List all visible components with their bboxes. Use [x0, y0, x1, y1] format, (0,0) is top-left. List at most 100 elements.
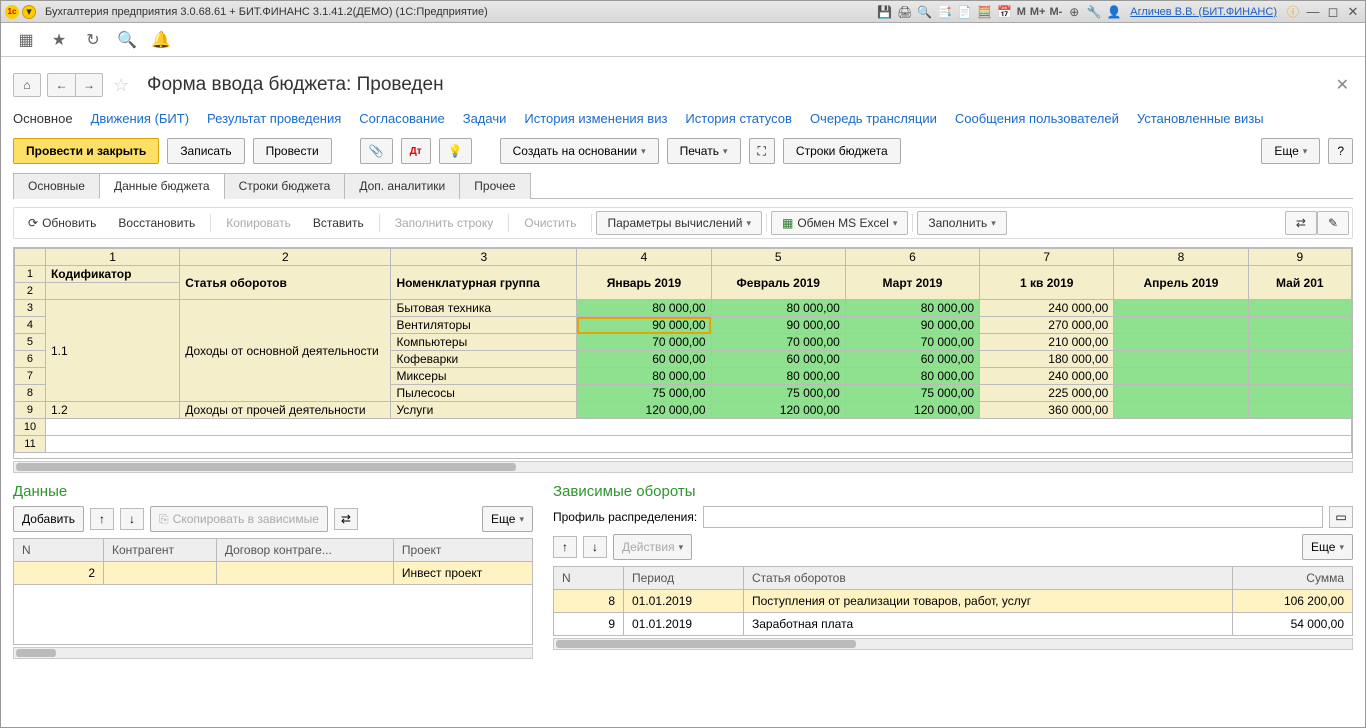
- budget-rows-button[interactable]: Строки бюджета: [783, 138, 901, 164]
- up-button[interactable]: ↑: [553, 536, 577, 558]
- nav-messages[interactable]: Сообщения пользователей: [955, 111, 1119, 126]
- selected-cell[interactable]: 90 000,00: [577, 317, 711, 334]
- nav-approval[interactable]: Согласование: [359, 111, 444, 126]
- refresh-button[interactable]: ⟳Обновить: [17, 211, 107, 235]
- zoom-icon[interactable]: ⊕: [1066, 4, 1082, 20]
- nav-visas[interactable]: Установленные визы: [1137, 111, 1264, 126]
- tab-main[interactable]: Основные: [13, 173, 100, 199]
- preview-icon[interactable]: 🔍: [917, 4, 933, 20]
- tab-analytics[interactable]: Доп. аналитики: [344, 173, 460, 199]
- hint-button[interactable]: 💡: [439, 138, 472, 164]
- cell-item[interactable]: Миксеры: [391, 368, 577, 385]
- calc-params-button[interactable]: Параметры вычислений: [596, 211, 762, 235]
- down-button[interactable]: ↓: [583, 536, 607, 558]
- apps-icon[interactable]: ▦: [15, 30, 35, 50]
- post-and-close-button[interactable]: Провести и закрыть: [13, 138, 159, 164]
- print-icon[interactable]: 🖨: [897, 4, 913, 20]
- more-button[interactable]: Еще: [1261, 138, 1320, 164]
- tab-budget-rows[interactable]: Строки бюджета: [224, 173, 346, 199]
- search-icon[interactable]: 🔍: [117, 30, 137, 50]
- right-more-button[interactable]: Еще: [1302, 534, 1353, 560]
- profile-input[interactable]: [703, 506, 1323, 528]
- clear-button[interactable]: Очистить: [513, 211, 587, 235]
- form-nav-links: Основное Движения (БИТ) Результат провед…: [13, 111, 1353, 126]
- nav-result[interactable]: Результат проведения: [207, 111, 341, 126]
- nav-main[interactable]: Основное: [13, 111, 73, 126]
- edit-button[interactable]: ✎: [1317, 211, 1349, 235]
- table-row[interactable]: 9 01.01.2019 Заработная плата 54 000,00: [554, 613, 1353, 636]
- create-based-button[interactable]: Создать на основании: [500, 138, 659, 164]
- copy-to-dep-button[interactable]: ⎘ Скопировать в зависимые: [150, 506, 328, 532]
- restore-button[interactable]: Восстановить: [107, 211, 206, 235]
- fill-button[interactable]: Заполнить: [917, 211, 1006, 235]
- nav-status-history[interactable]: История статусов: [685, 111, 792, 126]
- swap-button[interactable]: ⇄: [1285, 211, 1317, 235]
- user-name[interactable]: Агличев В.В. (БИТ.ФИНАНС): [1130, 6, 1277, 18]
- cell-item[interactable]: Пылесосы: [391, 385, 577, 402]
- memory-m[interactable]: M: [1017, 6, 1026, 18]
- app-menu-dropdown[interactable]: ▾: [22, 5, 36, 19]
- excel-button[interactable]: ▦Обмен MS Excel: [771, 211, 908, 235]
- cell-code2[interactable]: 1.2: [45, 402, 179, 419]
- write-button[interactable]: Записать: [167, 138, 244, 164]
- close-form-button[interactable]: ✕: [1332, 71, 1353, 99]
- favorite-icon[interactable]: ★: [49, 30, 69, 50]
- notifications-icon[interactable]: 🔔: [151, 30, 171, 50]
- tab-budget-data[interactable]: Данные бюджета: [99, 173, 225, 199]
- left-table[interactable]: N Контрагент Договор контраге... Проект …: [13, 538, 533, 645]
- history-icon[interactable]: ↻: [83, 30, 103, 50]
- left-more-button[interactable]: Еще: [482, 506, 533, 532]
- cell-item[interactable]: Компьютеры: [391, 334, 577, 351]
- cell-article2[interactable]: Доходы от прочей деятельности: [180, 402, 391, 419]
- compare-icon[interactable]: 📑: [937, 4, 953, 20]
- cell-code1[interactable]: 1.1: [45, 300, 179, 402]
- tools-icon[interactable]: 🔧: [1086, 4, 1102, 20]
- table-row[interactable]: 2Инвест проект: [14, 562, 533, 585]
- copy-button[interactable]: Копировать: [215, 211, 302, 235]
- calendar-icon[interactable]: 📅: [997, 4, 1013, 20]
- left-h-scrollbar[interactable]: [13, 647, 533, 659]
- back-button[interactable]: ←: [47, 73, 75, 97]
- actions-button[interactable]: Действия: [613, 534, 692, 560]
- budget-grid[interactable]: 1 2 3 4 5 6 7 8 9 1 Кодификатор Статья о…: [13, 247, 1353, 459]
- calc-icon[interactable]: 🧮: [977, 4, 993, 20]
- forward-button[interactable]: →: [75, 73, 103, 97]
- fill-row-button[interactable]: Заполнить строку: [384, 211, 504, 235]
- cell-item[interactable]: Вентиляторы: [391, 317, 577, 334]
- attach-button[interactable]: 📎: [360, 138, 393, 164]
- cell-item[interactable]: Услуги: [391, 402, 577, 419]
- tab-other[interactable]: Прочее: [459, 173, 530, 199]
- save-icon[interactable]: 💾: [877, 4, 893, 20]
- profile-open-button[interactable]: ▭: [1329, 506, 1353, 528]
- maximize-button[interactable]: ◻: [1325, 4, 1341, 20]
- memory-mplus[interactable]: M+: [1030, 6, 1046, 18]
- expand-button[interactable]: ⛶: [749, 138, 775, 164]
- post-button[interactable]: Провести: [253, 138, 332, 164]
- table-row[interactable]: 8 01.01.2019 Поступления от реализации т…: [554, 590, 1353, 613]
- right-table[interactable]: N Период Статья оборотов Сумма 8 01.01.2…: [553, 566, 1353, 636]
- dtkt-button[interactable]: Дт: [401, 138, 431, 164]
- move-down-button[interactable]: ↓: [120, 508, 144, 530]
- move-up-button[interactable]: ↑: [90, 508, 114, 530]
- memory-mminus[interactable]: M-: [1049, 6, 1062, 18]
- minimize-button[interactable]: —: [1305, 4, 1321, 20]
- nav-tasks[interactable]: Задачи: [463, 111, 507, 126]
- swap-button-left[interactable]: ⇄: [334, 508, 358, 530]
- add-button[interactable]: Добавить: [13, 506, 84, 532]
- nav-visa-history[interactable]: История изменения виз: [524, 111, 667, 126]
- grid-h-scrollbar[interactable]: [13, 461, 1353, 473]
- cell-item[interactable]: Кофеварки: [391, 351, 577, 368]
- home-button[interactable]: ⌂: [13, 73, 41, 97]
- help-button[interactable]: ?: [1328, 138, 1353, 164]
- right-h-scrollbar[interactable]: [553, 638, 1353, 650]
- nav-movements[interactable]: Движения (БИТ): [91, 111, 189, 126]
- info-icon[interactable]: ⓘ: [1285, 4, 1301, 20]
- favorite-star-icon[interactable]: ☆: [113, 75, 135, 96]
- copy-icon[interactable]: 📄: [957, 4, 973, 20]
- close-window-button[interactable]: ✕: [1345, 4, 1361, 20]
- nav-queue[interactable]: Очередь трансляции: [810, 111, 937, 126]
- print-button[interactable]: Печать: [667, 138, 741, 164]
- cell-item[interactable]: Бытовая техника: [391, 300, 577, 317]
- cell-article1[interactable]: Доходы от основной деятельности: [180, 300, 391, 402]
- paste-button[interactable]: Вставить: [302, 211, 375, 235]
